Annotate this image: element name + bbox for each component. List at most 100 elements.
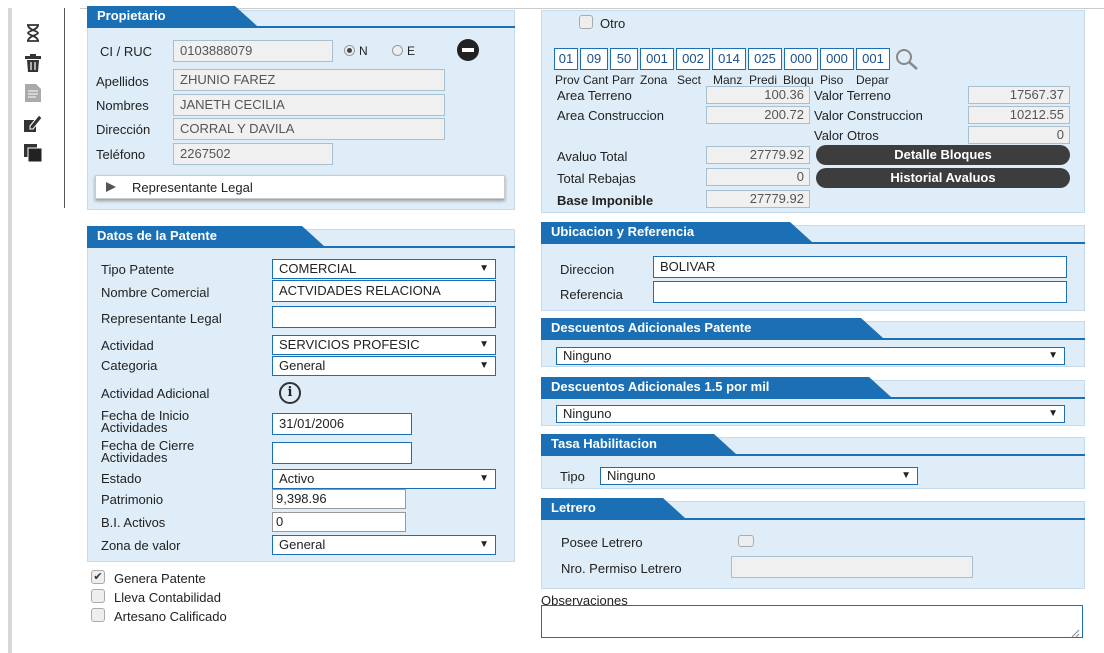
chevron-down-icon: ▼ (901, 470, 911, 481)
left-edge (8, 8, 12, 653)
ci-label: CI / RUC (100, 44, 152, 59)
observaciones-textarea[interactable] (541, 605, 1083, 638)
valor-terreno-field[interactable]: 17567.37 (968, 86, 1070, 104)
historial-avaluos-button[interactable]: Historial Avaluos (816, 168, 1070, 188)
hourglass-icon[interactable] (22, 22, 44, 44)
desc-patente-select[interactable]: Ninguno ▼ (556, 347, 1065, 365)
posee-letrero-checkbox[interactable] (738, 535, 754, 547)
referencia-label: Referencia (560, 287, 623, 302)
code-parr[interactable]: 50 (610, 48, 638, 70)
hdr-piso: Piso (820, 73, 844, 87)
bi-activos-input[interactable]: 0 (272, 512, 406, 532)
chevron-down-icon: ▼ (1048, 408, 1058, 419)
telefono-field[interactable]: 2267502 (173, 143, 333, 165)
avaluo-total-field[interactable]: 27779.92 (706, 146, 810, 164)
base-imponible-field[interactable]: 27779.92 (706, 190, 810, 208)
code-sect[interactable]: 002 (676, 48, 710, 70)
categoria-select[interactable]: General ▼ (272, 356, 496, 376)
base-imponible-label: Base Imponible (557, 193, 654, 208)
code-prov[interactable]: 01 (554, 48, 578, 70)
chevron-down-icon: ▼ (479, 539, 489, 550)
direccion-label: Dirección (96, 122, 151, 137)
valor-construccion-field[interactable]: 10212.55 (968, 106, 1070, 124)
zona-valor-label: Zona de valor (101, 538, 181, 553)
ubicacion-title-underline (541, 242, 1085, 244)
desc-mil-value: Ninguno (563, 406, 612, 421)
ci-field[interactable]: 0103888079 (173, 40, 333, 62)
tasa-tipo-label: Tipo (560, 469, 585, 484)
direccion-field[interactable]: CORRAL Y DAVILA (173, 118, 445, 140)
tasa-title-underline (541, 454, 1085, 456)
detalle-bloques-button[interactable]: Detalle Bloques (816, 145, 1070, 165)
hdr-parr: Parr (612, 73, 635, 87)
fecha-cierre-input[interactable] (272, 442, 412, 464)
permiso-letrero-field[interactable] (731, 556, 973, 578)
representante-legal-label: Representante Legal (132, 180, 253, 195)
area-terreno-label: Area Terreno (557, 88, 632, 103)
desc-mil-title: Descuentos Adicionales 1.5 por mil (541, 377, 891, 397)
genera-patente-checkbox[interactable]: ✔ (91, 570, 105, 584)
fecha-inicio-input[interactable]: 31/01/2006 (272, 413, 412, 435)
estado-select[interactable]: Activo ▼ (272, 469, 496, 489)
nombres-field[interactable]: JANETH CECILIA (173, 94, 445, 116)
valor-construccion-label: Valor Construccion (814, 108, 923, 123)
code-depar[interactable]: 001 (856, 48, 890, 70)
referencia-input[interactable] (653, 281, 1067, 303)
hdr-zona: Zona (640, 73, 668, 87)
edit-icon[interactable] (22, 112, 44, 134)
artesano-calificado-checkbox[interactable] (91, 608, 105, 622)
chevron-down-icon: ▼ (479, 473, 489, 484)
actividad-select[interactable]: SERVICIOS PROFESIC ▼ (272, 335, 496, 355)
propietario-title: Propietario (87, 6, 257, 26)
code-piso[interactable]: 000 (820, 48, 854, 70)
actividad-label: Actividad (101, 338, 154, 353)
permiso-letrero-label: Nro. Permiso Letrero (561, 561, 682, 576)
fecha-inicio-label: Fecha de Inicio Actividades (101, 408, 190, 435)
resize-handle-icon[interactable] (1070, 626, 1080, 638)
search-icon[interactable] (894, 48, 920, 70)
representante-legal-expander[interactable]: Representante Legal (95, 175, 505, 199)
radio-n[interactable] (344, 45, 355, 56)
zona-valor-value: General (279, 537, 326, 552)
remove-icon[interactable] (457, 39, 479, 61)
otro-label: Otro (600, 16, 626, 31)
code-predi[interactable]: 025 (748, 48, 782, 70)
desc-patente-title: Descuentos Adicionales Patente (541, 318, 883, 338)
lleva-contabilidad-checkbox[interactable] (91, 589, 105, 603)
zona-valor-select[interactable]: General ▼ (272, 535, 496, 555)
area-construccion-field[interactable]: 200.72 (706, 106, 810, 124)
lleva-contabilidad-label: Lleva Contabilidad (114, 590, 221, 605)
ubicacion-direccion-input[interactable]: BOLIVAR (653, 256, 1067, 278)
code-bloqu[interactable]: 000 (784, 48, 818, 70)
actividad-value: SERVICIOS PROFESIC (279, 337, 420, 352)
artesano-calificado-label: Artesano Calificado (114, 609, 227, 624)
tasa-tipo-select[interactable]: Ninguno ▼ (600, 467, 918, 485)
total-rebajas-field[interactable]: 0 (706, 168, 810, 186)
desc-mil-select[interactable]: Ninguno ▼ (556, 405, 1065, 423)
apellidos-field[interactable]: ZHUNIO FAREZ (173, 69, 445, 91)
nombre-comercial-input[interactable]: ACTVIDADES RELACIONA (272, 280, 496, 302)
nombre-comercial-label: Nombre Comercial (101, 285, 210, 300)
area-terreno-field[interactable]: 100.36 (706, 86, 810, 104)
hdr-prov: Prov (555, 73, 580, 87)
code-cant[interactable]: 09 (580, 48, 608, 70)
trash-icon[interactable] (22, 52, 44, 74)
code-zona[interactable]: 001 (640, 48, 674, 70)
otro-checkbox[interactable] (579, 15, 593, 29)
copy-icon[interactable] (22, 142, 44, 164)
radio-e[interactable] (392, 45, 403, 56)
valor-otros-field[interactable]: 0 (968, 126, 1070, 144)
estado-label: Estado (101, 471, 142, 486)
code-manz[interactable]: 014 (712, 48, 746, 70)
representante-legal-input[interactable] (272, 306, 496, 328)
hdr-cant: Cant (583, 73, 609, 87)
desc-mil-title-underline (541, 397, 1085, 399)
info-icon[interactable]: i (279, 382, 301, 404)
hdr-sect: Sect (677, 73, 702, 87)
tipo-patente-select[interactable]: COMERCIAL ▼ (272, 259, 496, 279)
avaluo-total-label: Avaluo Total (557, 149, 628, 164)
patrimonio-input[interactable]: 9,398.96 (272, 489, 406, 509)
chevron-down-icon: ▼ (479, 339, 489, 350)
telefono-label: Teléfono (96, 147, 146, 162)
document-icon[interactable] (22, 82, 44, 104)
